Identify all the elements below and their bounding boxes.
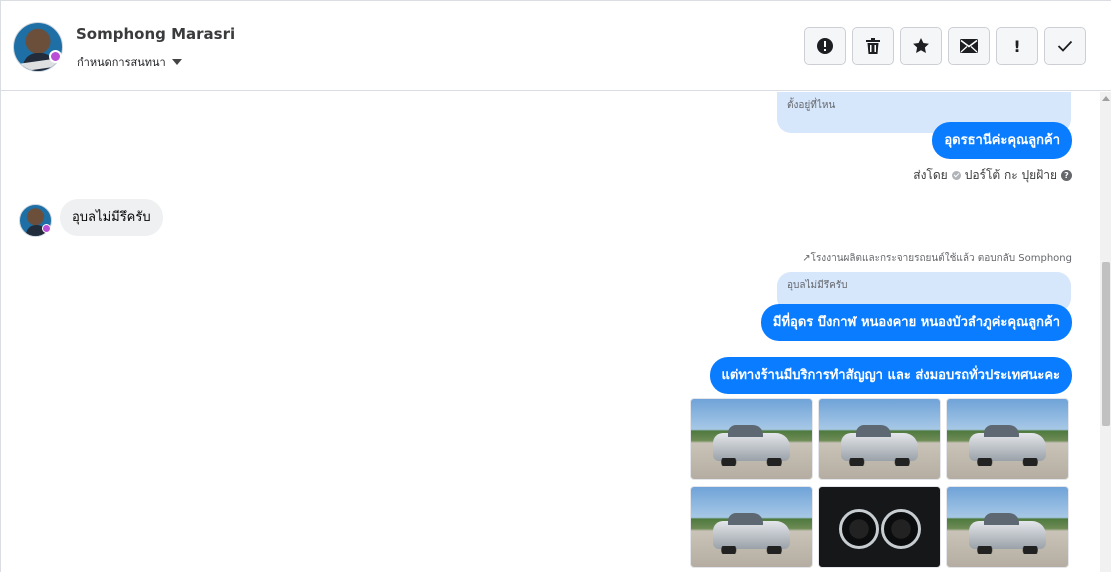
car-shape — [712, 512, 791, 554]
car-shape — [840, 424, 919, 466]
caret-down-icon — [171, 59, 182, 65]
photo-dashboard-gauges[interactable] — [818, 486, 941, 568]
incoming-message[interactable]: อุบลไม่มีรึครับ — [60, 199, 163, 236]
done-button[interactable] — [1044, 27, 1086, 65]
conversation-header: Somphong Marasri กำหนดการสนทนา ! — [1, 1, 1111, 91]
check-icon — [1057, 40, 1073, 52]
alert-icon — [817, 38, 833, 54]
outgoing-message[interactable]: แต่ทางร้านมีบริการทำสัญญา และ ส่งมอบรถทั… — [709, 357, 1072, 394]
verified-check-icon — [951, 171, 961, 180]
toolbar: ! — [804, 27, 1086, 65]
speedometer-shape — [839, 509, 879, 549]
outgoing-message[interactable]: อุดรธานีค่ะคุณลูกค้า — [932, 122, 1072, 159]
messenger-badge-icon — [49, 50, 62, 63]
photo-grid — [690, 398, 1071, 568]
scroll-up-arrow-icon[interactable] — [1102, 96, 1110, 101]
help-icon[interactable]: ? — [1061, 170, 1072, 181]
scroll-thumb[interactable] — [1102, 262, 1110, 426]
assign-label: กำหนดการสนทนา — [77, 56, 166, 69]
photo-car-back[interactable] — [946, 398, 1069, 480]
message-list[interactable]: ตั้งอยู่ที่ไหน อุดรธานีค่ะคุณลูกค้า ส่งโ… — [1, 92, 1100, 572]
assign-conversation-dropdown[interactable]: กำหนดการสนทนา — [77, 54, 182, 70]
car-shape — [712, 424, 791, 466]
tachometer-shape — [881, 509, 921, 549]
reply-note: ↗โรงงานผลิตและกระจายรถยนต์ใช้แล้ว ตอบกลั… — [802, 253, 1072, 264]
trash-icon — [866, 38, 880, 54]
scrollbar[interactable] — [1100, 92, 1111, 572]
car-shape — [968, 424, 1047, 466]
star-button[interactable] — [900, 27, 942, 65]
inbox-conversation: Somphong Marasri กำหนดการสนทนา ! ตั้งอยู… — [0, 0, 1111, 572]
avatar[interactable] — [13, 22, 63, 72]
sent-by-name[interactable]: ปอร์โต้ กะ ปุยฝ้าย — [965, 166, 1057, 185]
spam-button[interactable] — [804, 27, 846, 65]
envelope-icon — [960, 39, 978, 53]
photo-car-rear[interactable] — [818, 398, 941, 480]
outgoing-message[interactable]: มีที่อุดร บึงกาฬ หนองคาย หนองบัวลำภูค่ะค… — [760, 304, 1072, 341]
contact-name[interactable]: Somphong Marasri — [76, 25, 235, 43]
star-icon — [913, 38, 929, 53]
photo-car-side[interactable] — [690, 486, 813, 568]
mark-unread-button[interactable] — [948, 27, 990, 65]
exclamation-icon: ! — [1013, 36, 1021, 56]
car-shape — [968, 512, 1047, 554]
important-button[interactable]: ! — [996, 27, 1038, 65]
photo-car-front-right[interactable] — [946, 486, 1069, 568]
delete-button[interactable] — [852, 27, 894, 65]
sent-by-line: ส่งโดย ปอร์โต้ กะ ปุยฝ้าย ? — [913, 166, 1072, 185]
sent-by-label: ส่งโดย — [913, 168, 948, 182]
messenger-badge-icon — [42, 224, 51, 233]
photo-car-front[interactable] — [690, 398, 813, 480]
